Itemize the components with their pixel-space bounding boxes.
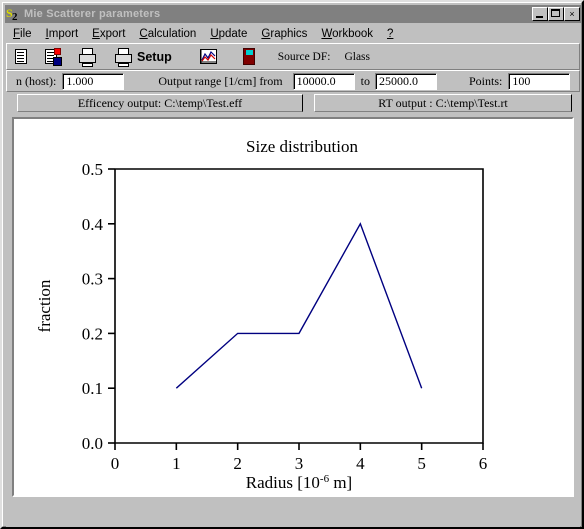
x-tick-label: 0 bbox=[111, 454, 120, 473]
toolbar: ✦ Setup bbox=[6, 43, 580, 70]
y-tick-label: 0.2 bbox=[82, 324, 103, 343]
plot-chart-icon[interactable] bbox=[198, 46, 220, 68]
setup-label[interactable]: Setup bbox=[137, 50, 172, 64]
x-tick-label: 6 bbox=[479, 454, 488, 473]
menu-item-calculation-rest: alculation bbox=[147, 27, 197, 40]
n-host-label: n (host): bbox=[16, 73, 57, 88]
menu-item-graphics-rest: raphics bbox=[270, 27, 308, 40]
source-df-label: Source DF: bbox=[277, 50, 331, 63]
menu-item-export-rest: xport bbox=[99, 27, 126, 40]
window-inner-frame: S 2 Mie Scatterer parameters × File Impo… bbox=[2, 2, 582, 527]
outputs-bar: Efficency output: C:\temp\Test.eff RT ou… bbox=[6, 94, 580, 112]
range-to-input[interactable]: 25000.0 bbox=[374, 72, 437, 90]
mie-app-icon: S 2 bbox=[6, 6, 22, 23]
minimize-button[interactable] bbox=[532, 7, 548, 21]
menu-item-workbook-rest: orkbook bbox=[332, 27, 374, 40]
menu-item-calculation[interactable]: Calculation bbox=[132, 27, 203, 41]
menu-item-workbook[interactable]: Workbook bbox=[314, 27, 380, 41]
x-axis-label-tail: m] bbox=[329, 473, 352, 492]
x-tick-label: 4 bbox=[356, 454, 365, 473]
window-bottom-filler bbox=[6, 499, 580, 527]
menu-item-file-rest: ile bbox=[20, 27, 32, 40]
menu-item-import-rest: mport bbox=[48, 27, 79, 40]
print-icon[interactable] bbox=[77, 46, 99, 68]
chart-title: Size distribution bbox=[246, 137, 358, 156]
chart-panel: Size distribution 0.0 0.1 0.2 0.3 0.4 0.5 0 1 2… bbox=[12, 117, 574, 497]
y-axis-label: fraction bbox=[35, 279, 54, 332]
rt-output-status[interactable]: RT output : C:\temp\Test.rt bbox=[314, 94, 572, 112]
maximize-button[interactable] bbox=[548, 7, 564, 21]
x-tick-label: 2 bbox=[233, 454, 242, 473]
close-icon: × bbox=[569, 8, 575, 19]
size-distribution-chart: Size distribution 0.0 0.1 0.2 0.3 0.4 0.5 0 1 2… bbox=[14, 119, 572, 495]
source-df-value[interactable]: Glass bbox=[344, 51, 370, 63]
points-label: Points: bbox=[468, 73, 503, 88]
menu-item-import[interactable]: Import bbox=[39, 27, 86, 41]
x-axis-label: Radius [10-6 m] bbox=[246, 473, 352, 492]
y-tick-label: 0.3 bbox=[82, 270, 103, 289]
window-title: Mie Scatterer parameters bbox=[24, 8, 161, 20]
menu-item-graphics[interactable]: Graphics bbox=[254, 27, 314, 41]
y-tick-label: 0.5 bbox=[82, 160, 103, 179]
y-tick-label: 0.1 bbox=[82, 379, 103, 398]
x-tick-label: 3 bbox=[295, 454, 304, 473]
x-tick-label: 1 bbox=[172, 454, 181, 473]
n-host-input[interactable]: 1.000 bbox=[62, 72, 125, 90]
svg-text:2: 2 bbox=[12, 11, 18, 22]
title-bar[interactable]: S 2 Mie Scatterer parameters × bbox=[5, 5, 581, 23]
menu-item-file[interactable]: File bbox=[6, 27, 39, 41]
menu-item-help[interactable]: ? bbox=[380, 27, 400, 41]
range-from-input[interactable]: 10000.0 bbox=[292, 72, 355, 90]
save-document-icon[interactable] bbox=[41, 46, 63, 68]
y-tick-label: 0.0 bbox=[82, 434, 103, 453]
source-df-group: Source DF: Glass bbox=[278, 51, 370, 63]
menu-item-help-label: ? bbox=[387, 27, 394, 40]
menu-bar: File Import Export Calculation Update Gr… bbox=[6, 25, 580, 42]
menu-item-update[interactable]: Update bbox=[203, 27, 254, 41]
menu-item-update-rest: pdate bbox=[218, 27, 248, 40]
output-range-label: Output range [1/cm] from bbox=[158, 73, 283, 88]
to-label: to bbox=[360, 73, 370, 88]
application-window: S 2 Mie Scatterer parameters × File Impo… bbox=[0, 0, 584, 529]
print-setup-icon[interactable] bbox=[113, 46, 135, 68]
close-button[interactable]: × bbox=[564, 7, 580, 21]
parameters-bar: n (host): 1.000 Output range [1/cm] from… bbox=[6, 70, 580, 92]
y-tick-label: 0.4 bbox=[82, 215, 104, 234]
efficiency-output-status[interactable]: Efficency output: C:\temp\Test.eff bbox=[17, 94, 303, 112]
menu-item-export[interactable]: Export bbox=[85, 27, 132, 41]
points-input[interactable]: 100 bbox=[508, 72, 571, 90]
new-document-icon[interactable]: ✦ bbox=[11, 46, 33, 68]
x-tick-label: 5 bbox=[417, 454, 426, 473]
exit-door-icon[interactable] bbox=[238, 46, 260, 68]
x-axis-label-main: Radius [10 bbox=[246, 473, 320, 492]
